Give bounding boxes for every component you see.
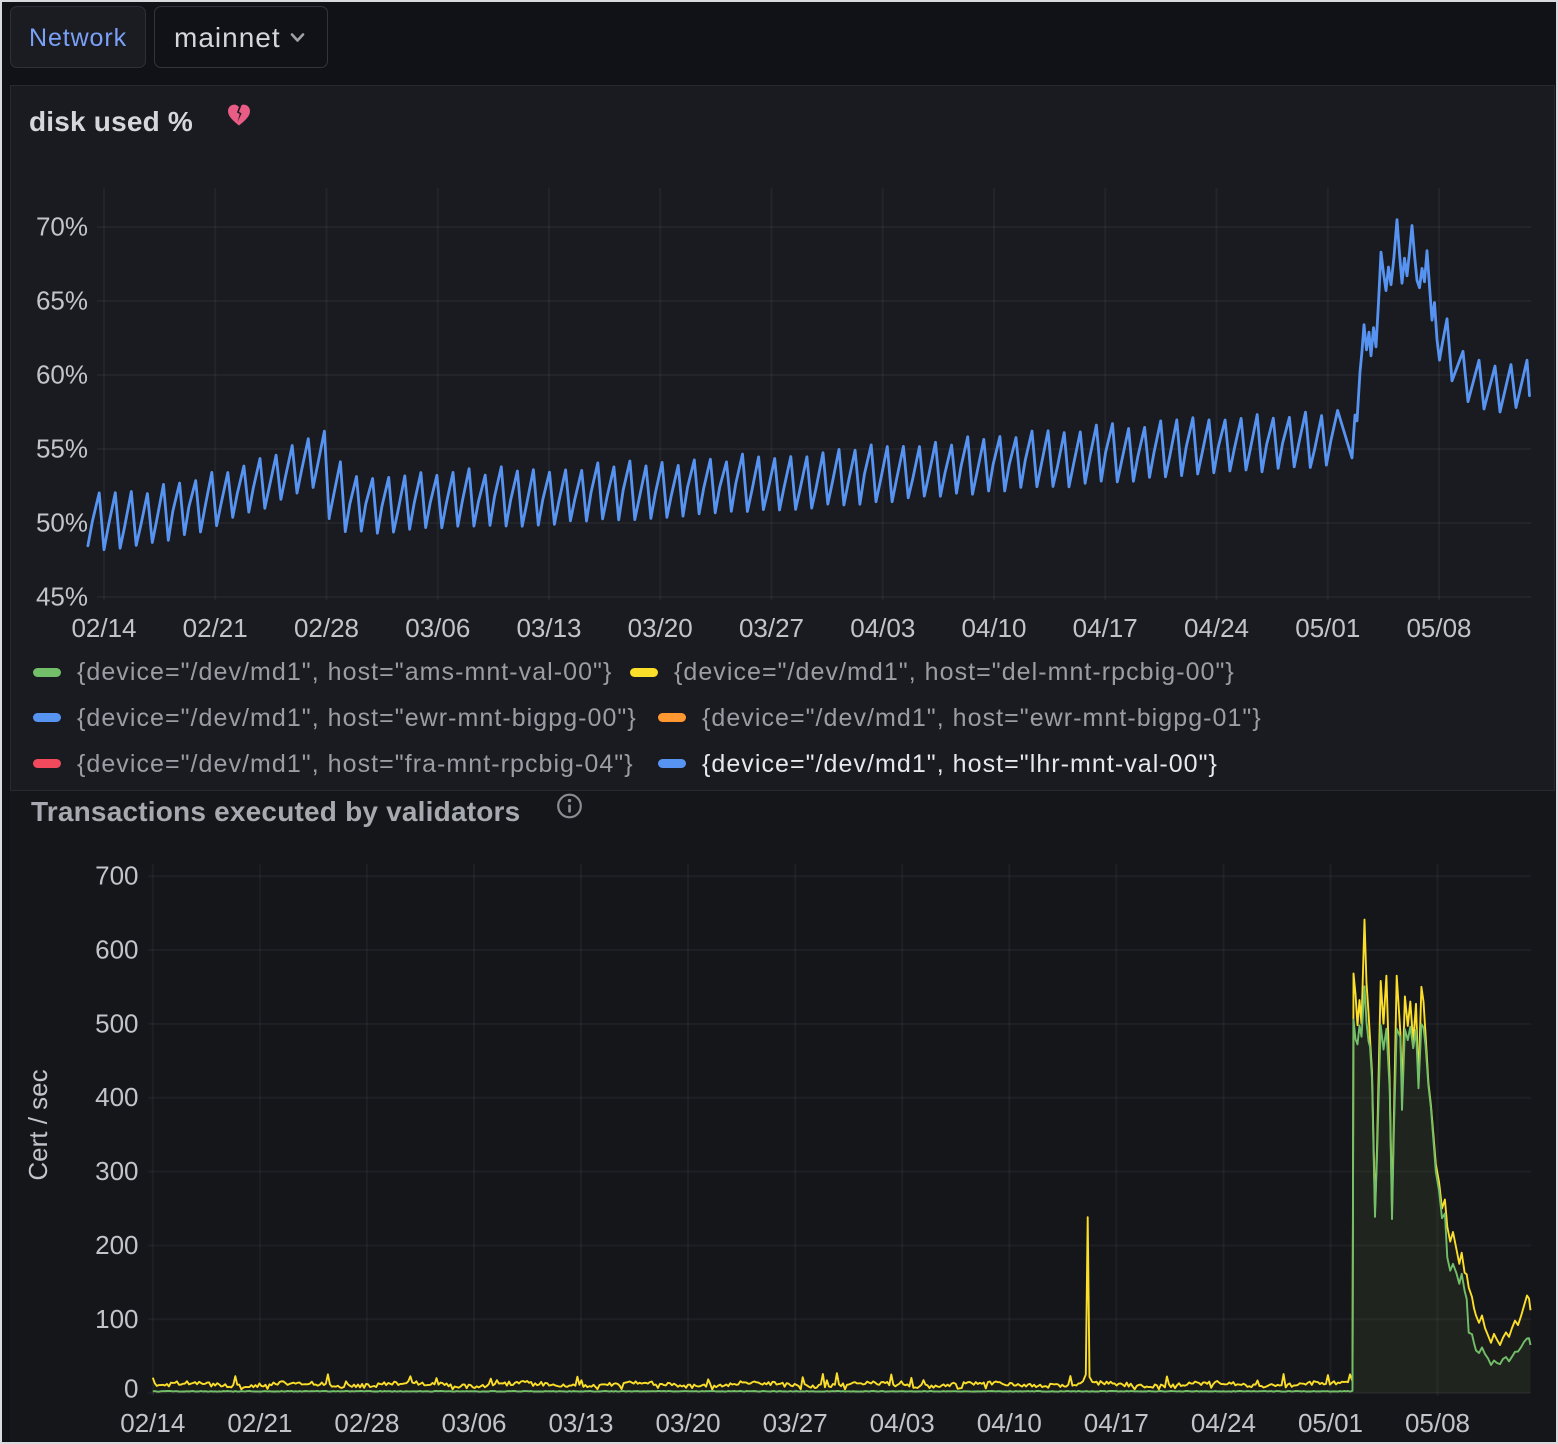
svg-text:200: 200 xyxy=(95,1230,138,1260)
svg-text:04/03: 04/03 xyxy=(850,613,915,643)
svg-text:02/14: 02/14 xyxy=(71,613,136,643)
svg-text:04/10: 04/10 xyxy=(961,613,1026,643)
svg-text:03/13: 03/13 xyxy=(548,1408,613,1438)
svg-text:100: 100 xyxy=(95,1304,138,1334)
svg-text:04/17: 04/17 xyxy=(1084,1408,1149,1438)
svg-text:500: 500 xyxy=(95,1008,138,1038)
svg-text:03/27: 03/27 xyxy=(739,613,804,643)
svg-text:03/20: 03/20 xyxy=(628,613,693,643)
svg-text:0: 0 xyxy=(124,1374,138,1404)
svg-text:03/20: 03/20 xyxy=(656,1408,721,1438)
svg-text:02/28: 02/28 xyxy=(294,613,359,643)
svg-text:65%: 65% xyxy=(36,286,88,316)
svg-text:04/10: 04/10 xyxy=(977,1408,1042,1438)
svg-text:05/01: 05/01 xyxy=(1298,1408,1363,1438)
svg-text:400: 400 xyxy=(95,1082,138,1112)
svg-text:03/27: 03/27 xyxy=(763,1408,828,1438)
svg-text:02/14: 02/14 xyxy=(120,1408,185,1438)
svg-text:50%: 50% xyxy=(36,508,88,538)
svg-text:05/08: 05/08 xyxy=(1405,1408,1470,1438)
svg-text:300: 300 xyxy=(95,1156,138,1186)
svg-text:45%: 45% xyxy=(36,582,88,612)
svg-text:03/06: 03/06 xyxy=(405,613,470,643)
svg-text:Cert / sec: Cert / sec xyxy=(23,1069,53,1180)
svg-text:03/13: 03/13 xyxy=(516,613,581,643)
svg-text:55%: 55% xyxy=(36,434,88,464)
svg-text:03/06: 03/06 xyxy=(441,1408,506,1438)
svg-text:04/17: 04/17 xyxy=(1073,613,1138,643)
svg-text:05/01: 05/01 xyxy=(1295,613,1360,643)
svg-text:60%: 60% xyxy=(36,360,88,390)
svg-text:700: 700 xyxy=(95,861,138,891)
svg-text:04/24: 04/24 xyxy=(1184,613,1249,643)
svg-text:600: 600 xyxy=(95,935,138,965)
svg-text:05/08: 05/08 xyxy=(1406,613,1471,643)
svg-text:04/03: 04/03 xyxy=(870,1408,935,1438)
svg-text:70%: 70% xyxy=(36,212,88,242)
svg-text:04/24: 04/24 xyxy=(1191,1408,1256,1438)
svg-text:02/21: 02/21 xyxy=(183,613,248,643)
svg-text:02/28: 02/28 xyxy=(334,1408,399,1438)
svg-text:02/21: 02/21 xyxy=(227,1408,292,1438)
